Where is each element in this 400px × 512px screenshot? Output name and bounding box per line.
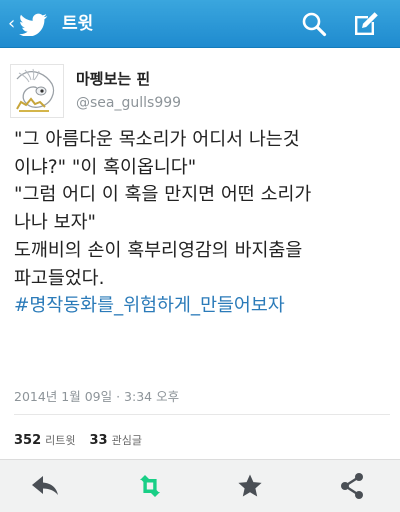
tweet-line: 파고들었다. — [14, 267, 105, 289]
hashtag-link[interactable]: #명작동화를_위험하게_만들어보자 — [14, 292, 394, 320]
action-bar — [0, 460, 400, 512]
tweet-line: 나나 보자" — [14, 212, 96, 234]
retweet-icon — [140, 475, 160, 497]
compose-icon — [355, 12, 378, 35]
search-icon — [302, 12, 327, 37]
reply-button[interactable] — [30, 472, 62, 500]
retweet-label[interactable]: 리트윗 — [45, 432, 75, 448]
retweet-button[interactable] — [134, 472, 166, 500]
back-chevron: ‹ — [8, 13, 16, 34]
share-icon — [341, 473, 363, 499]
tweet-stats: 352 리트윗 33 관심글 — [14, 432, 156, 448]
tweet-line: 이냐?" "이 혹이옵니다" — [14, 156, 197, 178]
tweet-line: "그 아름다운 목소리가 어디서 나는것 — [14, 129, 300, 150]
star-icon — [238, 474, 262, 497]
avatar[interactable] — [10, 64, 64, 118]
search-button[interactable] — [298, 8, 330, 40]
divider — [14, 414, 390, 415]
favorite-label[interactable]: 관심글 — [112, 432, 142, 448]
tweet-line: 도깨비의 손이 혹부리영감의 바지춤을 — [14, 239, 303, 261]
share-button[interactable] — [336, 472, 368, 500]
retweet-count[interactable]: 352 — [14, 433, 41, 448]
avatar-image — [11, 65, 63, 117]
tweet-timestamp: 2014년 1월 09일 · 3:34 오후 — [14, 389, 180, 404]
twitter-bird-icon — [19, 13, 48, 36]
tweet-text: "그 아름다운 목소리가 어디서 나는것 이냐?" "이 혹이옵니다" "그럼 … — [14, 126, 394, 320]
compose-button[interactable] — [350, 8, 382, 40]
page-title: 트윗 — [62, 14, 94, 34]
favorite-button[interactable] — [234, 472, 266, 500]
reply-icon — [32, 476, 58, 495]
back-button[interactable]: ‹ — [8, 12, 49, 36]
tweet-card: 마펭보는 핀 @sea_gulls999 "그 아름다운 목소리가 어디서 나는… — [0, 48, 400, 460]
top-navigation-bar: ‹ 트윗 — [0, 0, 400, 48]
display-name[interactable]: 마펭보는 핀 — [76, 68, 150, 89]
favorite-count[interactable]: 33 — [90, 433, 108, 448]
tweet-line: "그럼 어디 이 혹을 만지면 어떤 소리가 — [14, 184, 312, 206]
user-handle[interactable]: @sea_gulls999 — [76, 95, 181, 111]
